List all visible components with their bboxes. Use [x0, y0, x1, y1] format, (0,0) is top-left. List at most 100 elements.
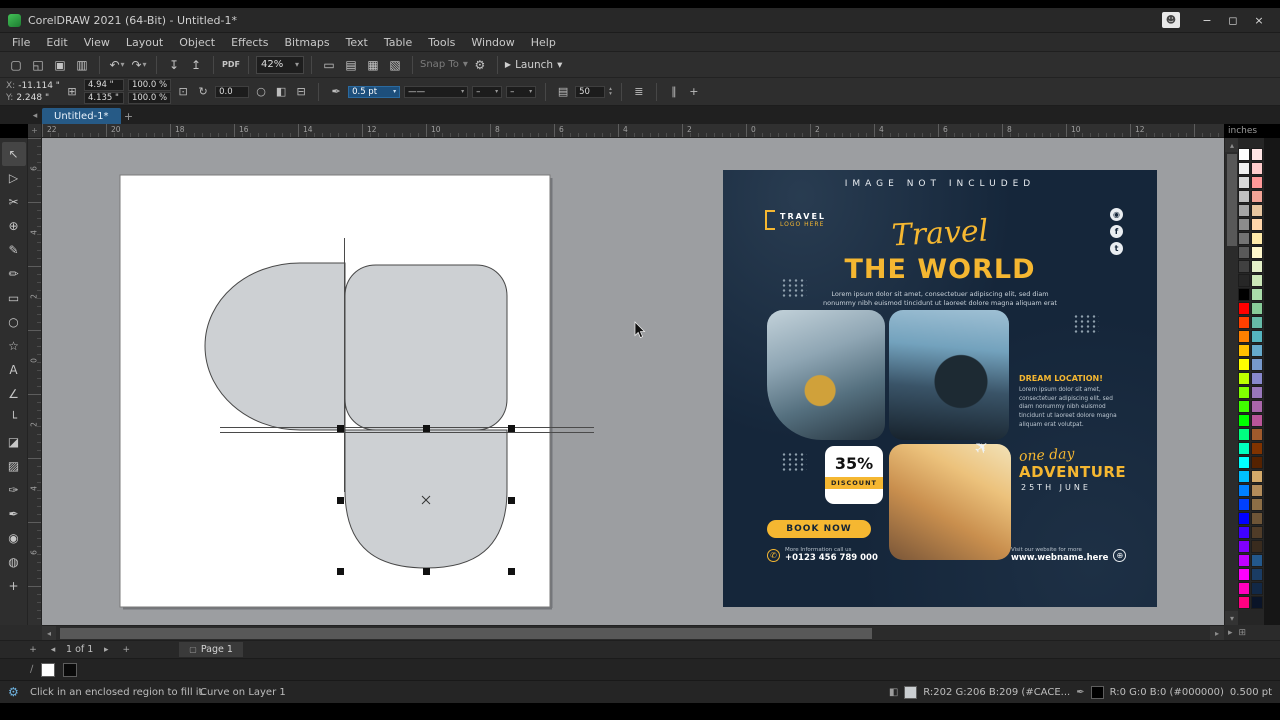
- palette-color[interactable]: [1238, 218, 1250, 231]
- palette-color[interactable]: [1251, 498, 1263, 511]
- palette-color[interactable]: [1251, 526, 1263, 539]
- palette-color[interactable]: [1251, 218, 1263, 231]
- palette-color[interactable]: [1238, 400, 1250, 413]
- publish-to-pdf-button[interactable]: PDF: [221, 55, 241, 75]
- color-eyedropper-tool[interactable]: ✑: [2, 478, 26, 502]
- mirror-horizontal-button[interactable]: ◧: [273, 84, 289, 100]
- palette-color[interactable]: [1238, 470, 1250, 483]
- menu-edit[interactable]: Edit: [38, 33, 75, 52]
- palette-color[interactable]: [1238, 582, 1250, 595]
- palette-color[interactable]: [1238, 540, 1250, 553]
- document-palette-black-swatch[interactable]: [63, 662, 78, 677]
- palette-color[interactable]: [1238, 148, 1250, 161]
- rectangle-tool[interactable]: ▭: [2, 286, 26, 310]
- add-page-button[interactable]: +: [26, 643, 40, 657]
- show-grid-button[interactable]: ▦: [363, 55, 383, 75]
- rotation-angle-field[interactable]: 0.0: [215, 85, 250, 98]
- palette-color[interactable]: [1238, 414, 1250, 427]
- transparency-tool[interactable]: ▨: [2, 454, 26, 478]
- menu-text[interactable]: Text: [338, 33, 376, 52]
- import-button[interactable]: ↧: [164, 55, 184, 75]
- palette-color[interactable]: [1238, 274, 1250, 287]
- palette-color[interactable]: [1251, 386, 1263, 399]
- scroll-left-icon[interactable]: ◂: [42, 626, 56, 641]
- palette-color[interactable]: [1251, 400, 1263, 413]
- close-button[interactable]: ×: [1246, 11, 1272, 29]
- minimize-button[interactable]: −: [1194, 11, 1220, 29]
- menu-view[interactable]: View: [76, 33, 118, 52]
- palette-color[interactable]: [1251, 246, 1263, 259]
- palette-color[interactable]: [1251, 204, 1263, 217]
- palette-color[interactable]: [1238, 288, 1250, 301]
- interactive-align-button[interactable]: ∥: [666, 84, 682, 100]
- palette-color[interactable]: [1251, 344, 1263, 357]
- tab-scroll-left-button[interactable]: ◂: [28, 108, 42, 124]
- palette-color[interactable]: [1238, 246, 1250, 259]
- palette-color[interactable]: [1251, 414, 1263, 427]
- maximize-button[interactable]: ◻: [1220, 11, 1246, 29]
- palette-color[interactable]: [1238, 442, 1250, 455]
- scrollbar-corner[interactable]: ▸ ⊞: [1224, 625, 1280, 640]
- width-field[interactable]: 4.94 ": [83, 79, 124, 91]
- palette-color[interactable]: [1238, 456, 1250, 469]
- height-field[interactable]: 4.135 ": [83, 92, 124, 104]
- new-document-button[interactable]: ▢: [6, 55, 26, 75]
- undo-button[interactable]: ↶ ▾: [107, 55, 127, 75]
- print-button[interactable]: ▥: [72, 55, 92, 75]
- palette-color[interactable]: [1238, 512, 1250, 525]
- curve-shape-bottom[interactable]: [344, 429, 508, 569]
- artistic-media-tool[interactable]: ✏: [2, 262, 26, 286]
- palette-color[interactable]: [1251, 260, 1263, 273]
- zoom-tool[interactable]: ⊕: [2, 214, 26, 238]
- palette-color[interactable]: [1251, 428, 1263, 441]
- object-properties-button[interactable]: ≣: [631, 84, 647, 100]
- palette-color[interactable]: [1238, 260, 1250, 273]
- y-position-field[interactable]: 2.248 ": [16, 93, 49, 103]
- horizontal-scrollbar[interactable]: ◂ ▸: [42, 625, 1224, 641]
- palette-color[interactable]: [1251, 232, 1263, 245]
- palette-color[interactable]: [1251, 302, 1263, 315]
- palette-color[interactable]: [1238, 484, 1250, 497]
- palette-color[interactable]: [1238, 344, 1250, 357]
- crop-tool[interactable]: ✂: [2, 190, 26, 214]
- palette-color[interactable]: [1251, 470, 1263, 483]
- palette-color[interactable]: [1238, 498, 1250, 511]
- fill-tool[interactable]: ◉: [2, 526, 26, 550]
- palette-color[interactable]: [1238, 190, 1250, 203]
- palette-color[interactable]: [1251, 512, 1263, 525]
- options-button[interactable]: ⚙: [470, 55, 490, 75]
- parallel-dimension-tool[interactable]: ∠: [2, 382, 26, 406]
- palette-color[interactable]: [1238, 176, 1250, 189]
- add-tools-button[interactable]: +: [2, 574, 26, 598]
- zoom-level-combo[interactable]: 42% ▾: [256, 55, 304, 74]
- x-position-field[interactable]: -11.114 ": [18, 81, 60, 91]
- palette-color[interactable]: [1251, 554, 1263, 567]
- menu-bitmaps[interactable]: Bitmaps: [276, 33, 337, 52]
- fullscreen-preview-button[interactable]: ▭: [319, 55, 339, 75]
- palette-color[interactable]: [1238, 232, 1250, 245]
- horizontal-scrollbar-thumb[interactable]: [60, 628, 872, 639]
- palette-color[interactable]: [1251, 190, 1263, 203]
- palette-color[interactable]: [1238, 204, 1250, 217]
- menu-help[interactable]: Help: [523, 33, 564, 52]
- menu-object[interactable]: Object: [171, 33, 223, 52]
- menu-tools[interactable]: Tools: [420, 33, 463, 52]
- arrow-end-combo[interactable]: – ▾: [506, 85, 537, 98]
- palette-color[interactable]: [1238, 330, 1250, 343]
- palette-color[interactable]: [1238, 526, 1250, 539]
- page-tab-1[interactable]: ▢ Page 1: [179, 642, 243, 657]
- open-button[interactable]: ◱: [28, 55, 48, 75]
- palette-color[interactable]: [1251, 330, 1263, 343]
- palette-color[interactable]: [1238, 386, 1250, 399]
- menu-table[interactable]: Table: [376, 33, 420, 52]
- document-palette-eyedropper-icon[interactable]: ∕: [30, 664, 33, 675]
- placed-image-travel-poster[interactable]: IMAGE NOT INCLUDED TRAVEL LOGO HERE ◉ f …: [723, 170, 1157, 607]
- vertical-scrollbar[interactable]: ▴ ▾: [1224, 138, 1239, 625]
- ruler-origin-corner[interactable]: +: [28, 124, 42, 138]
- interactive-fill-tool[interactable]: ◍: [2, 550, 26, 574]
- text-tool[interactable]: A: [2, 358, 26, 382]
- palette-color[interactable]: [1251, 540, 1263, 553]
- outline-pen-tool[interactable]: ✒: [2, 502, 26, 526]
- polygon-tool[interactable]: ☆: [2, 334, 26, 358]
- menu-window[interactable]: Window: [463, 33, 522, 52]
